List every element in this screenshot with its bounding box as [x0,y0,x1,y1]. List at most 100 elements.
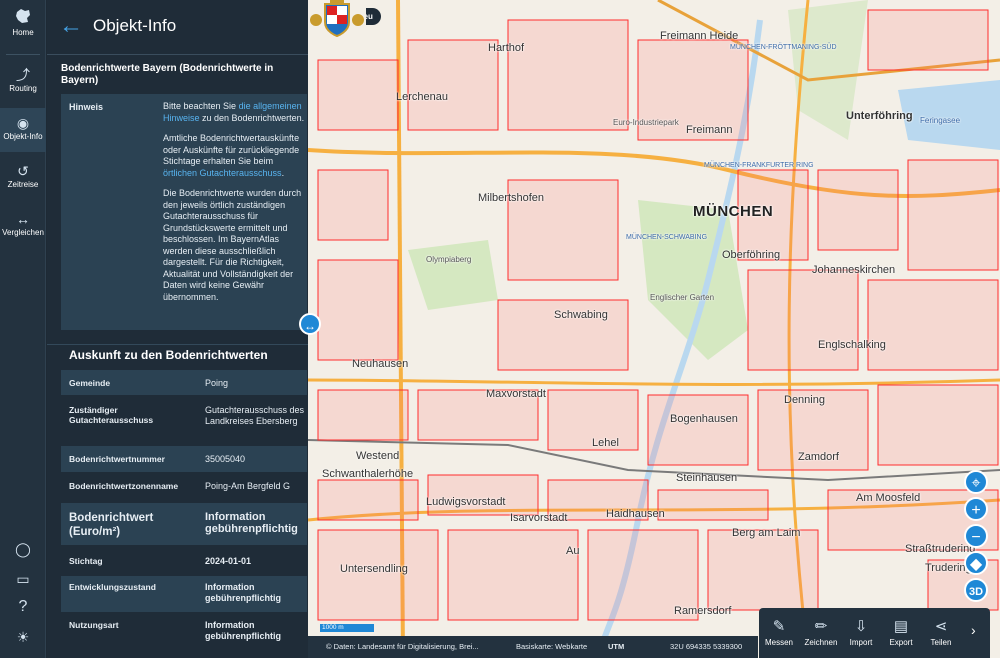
map-view[interactable]: ◀Jetzt neu MÜNCHEN Harthof Freimann Heid… [308,0,1000,658]
row-key: Bodenrichtwert (Euro/m²) [69,512,154,538]
zoom-out-button[interactable]: − [964,524,988,548]
row-key: Gemeinde [69,378,111,388]
bavaria-map-icon [0,8,46,28]
import-tool[interactable]: ⇩ Import [841,616,881,647]
map-label-euro-industriepark: Euro-Industriepark [613,118,679,127]
help-button[interactable]: ? [0,598,46,616]
chevron-right-icon[interactable]: › [971,622,976,638]
hint-text: Bitte beachten Sie die allgemeinen Hinwe… [163,101,308,312]
map-label-steinhausen: Steinhausen [676,472,738,484]
help-icon: ? [18,598,28,615]
row-value: 35005040 [205,454,246,464]
feedback-icon: ▭ [16,571,30,587]
crs-select[interactable]: UTM [608,642,624,651]
draw-tool[interactable]: ✏ Zeichnen [801,616,841,647]
share-icon: ⋖ [934,618,948,635]
row-value: Poing [205,378,229,388]
map-label-lerchenau: Lerchenau [396,91,448,103]
local-committee-link[interactable]: örtlichen Gutachterausschuss [163,168,282,178]
row-key: Zuständiger Gutachterausschuss [69,405,154,425]
pencil-icon: ✏ [814,618,828,635]
panel-title: Objekt-Info [93,16,177,35]
tool-label: Export [889,638,913,647]
rail-item-label: Routing [9,84,37,93]
zoom-out-icon: − [971,529,981,546]
row-key: Nutzungsart [69,620,119,630]
tool-label: Import [849,638,873,647]
measure-tool[interactable]: ✎ Messen [759,616,799,647]
left-navigation-rail: Home ⤴ Routing ◉ Objekt-Info ↺ Zeitreise… [0,0,46,658]
map-label-johanneskirchen: Johanneskirchen [812,264,896,276]
table-row: Bodenrichtwertzonenname Poing-Am Bergfel… [61,474,307,500]
rail-item-zeitreise[interactable]: ↺ Zeitreise [0,162,46,198]
user-button[interactable]: ◯ [0,540,46,558]
table-row: Bodenrichtwertnummer 35005040 [61,446,307,472]
coordinates-readout: 32U 694335 5339300 [670,642,743,651]
disclaimer-text: Die Bodenrichtwerte wurden durch den jew… [163,188,302,302]
map-label-englschalking: Englschalking [818,339,886,351]
map-toolbar: ✎ Messen ✏ Zeichnen ⇩ Import ▤ Export ⋖ … [759,608,990,658]
locate-button[interactable]: ⌖ [964,470,988,494]
tool-label: Teilen [930,638,952,647]
bavaria-extent-icon: ◆ [969,556,983,573]
table-row: Nutzungsart Information gebührenpflichti… [61,614,307,650]
objekt-info-icon: ◉ [16,115,30,131]
map-label-zamdorf: Zamdorf [798,451,839,463]
settings-icon: ☀ [16,629,30,645]
copyright-link[interactable]: © Daten: Landesamt für Digitalisierung, … [326,642,479,651]
map-label-milbertshofen: Milbertshofen [478,192,545,204]
hint-text-part: zu den Bodenrichtwerten. [199,112,305,123]
map-label-neuhausen: Neuhausen [352,358,409,370]
map-label-westend: Westend [356,450,400,462]
map-label-freimann: Freimann [686,124,733,136]
rail-item-vergleichen[interactable]: ↔ Vergleichen [0,210,46,246]
zoom-in-button[interactable]: + [964,497,988,521]
map-label-lehel: Lehel [592,437,619,449]
basemap-label[interactable]: Basiskarte: Webkarte [516,642,587,651]
bavaria-extent-button[interactable]: ◆ [964,551,988,575]
divider [47,344,308,345]
section-title: Bodenrichtwerte Bayern (Bodenrichtwerte … [61,63,274,86]
map-label-harthof: Harthof [488,42,525,54]
3d-button[interactable]: 3D [964,578,988,602]
rail-item-routing[interactable]: ⤴ Routing [0,66,46,102]
scale-label: 1000 m [322,624,344,631]
import-icon: ⇩ [854,618,868,635]
bavarian-coat-of-arms-logo [308,0,366,40]
panel-header: ← Objekt-Info [47,0,308,55]
row-key: Stichtag [69,556,103,566]
locate-icon: ⌖ [971,475,981,492]
back-arrow-icon[interactable]: ← [59,14,83,38]
map-label-ludwigsvorstadt: Ludwigsvorstadt [426,496,506,508]
map-label-am-moosfeld: Am Moosfeld [856,492,921,504]
row-value: Information gebührenpflichtig [205,620,281,641]
map-label-muenchen-schwabing: MÜNCHEN-SCHWABING [626,234,708,241]
feedback-button[interactable]: ▭ [0,570,46,588]
rail-item-objekt-info[interactable]: ◉ Objekt-Info [0,108,46,152]
divider [6,54,40,55]
map-label-frankfurter-ring: MÜNCHEN-FRANKFURTER RING [704,162,814,169]
hint-box: Hinweis Bitte beachten Sie die allgemein… [61,94,307,330]
scale-bar: 1000 m [320,624,374,632]
map-footer: © Daten: Landesamt für Digitalisierung, … [308,636,758,658]
table-row: Entwicklungszustand Information gebühren… [61,576,307,612]
map-label-olympiaberg: Olympiaberg [426,255,472,264]
share-tool[interactable]: ⋖ Teilen [921,616,961,647]
rail-item-home[interactable]: Home [0,8,46,48]
panel-resize-handle[interactable]: ↔ [299,313,321,335]
row-value: Poing-Am Bergfeld G [205,481,291,491]
auskunft-title: Auskunft zu den Bodenrichtwerten [69,348,268,362]
table-row: Gemeinde Poing [61,370,307,395]
hint-text-part: Bitte beachten Sie [163,101,239,111]
map-label-feringasee: Feringasee [920,116,961,125]
settings-button[interactable]: ☀ [0,628,46,646]
table-row: Bodenrichtwert (Euro/m²) Information geb… [61,503,307,545]
3d-label: 3D [968,586,984,598]
row-key: Entwicklungszustand [69,582,156,592]
export-tool[interactable]: ▤ Export [881,616,921,647]
map-label-haidhausen: Haidhausen [606,508,665,520]
routing-icon: ⤴ [16,67,30,83]
ruler-icon: ✎ [772,618,786,635]
water-feringasee [898,80,1000,150]
map-label-freimann-heide: Freimann Heide [660,30,739,42]
